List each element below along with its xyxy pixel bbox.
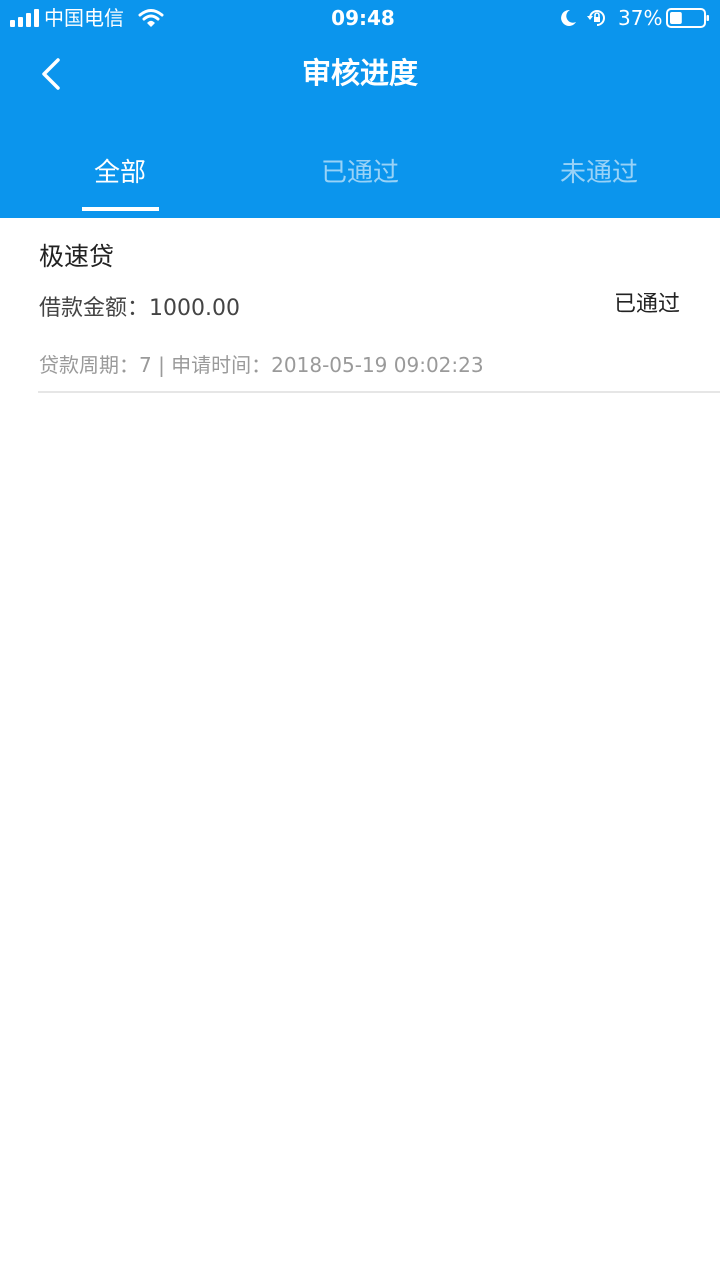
status-bar: 中国电信 09:48 37% xyxy=(0,0,720,36)
status-time: 09:48 xyxy=(331,6,395,30)
list-item[interactable]: 极速贷 借款金额：1000.00 已通过 贷款周期：7 | 申请时间：2018-… xyxy=(0,218,720,393)
moon-icon xyxy=(561,9,576,26)
header: 中国电信 09:48 37% 审核进度 全部 已通过 未通过 xyxy=(0,0,720,218)
divider xyxy=(38,391,720,393)
page-title: 审核进度 xyxy=(301,56,418,90)
rotation-lock-icon xyxy=(587,10,605,26)
battery-icon xyxy=(666,8,709,28)
tab-rejected[interactable]: 未通过 xyxy=(479,156,719,190)
battery-percent: 37% xyxy=(618,6,663,30)
loan-amount: 借款金额：1000.00 xyxy=(39,293,240,325)
status-badge: 已通过 xyxy=(613,292,680,317)
tab-all[interactable]: 全部 xyxy=(0,156,240,190)
tab-approved[interactable]: 已通过 xyxy=(240,156,480,190)
active-tab-indicator xyxy=(82,207,159,211)
loan-amount-value: 1000.00 xyxy=(149,296,240,321)
loan-amount-label: 借款金额： xyxy=(39,296,150,321)
product-name: 极速贷 xyxy=(39,242,115,271)
loan-meta: 贷款周期：7 | 申请时间：2018-05-19 09:02:23 xyxy=(39,353,484,377)
